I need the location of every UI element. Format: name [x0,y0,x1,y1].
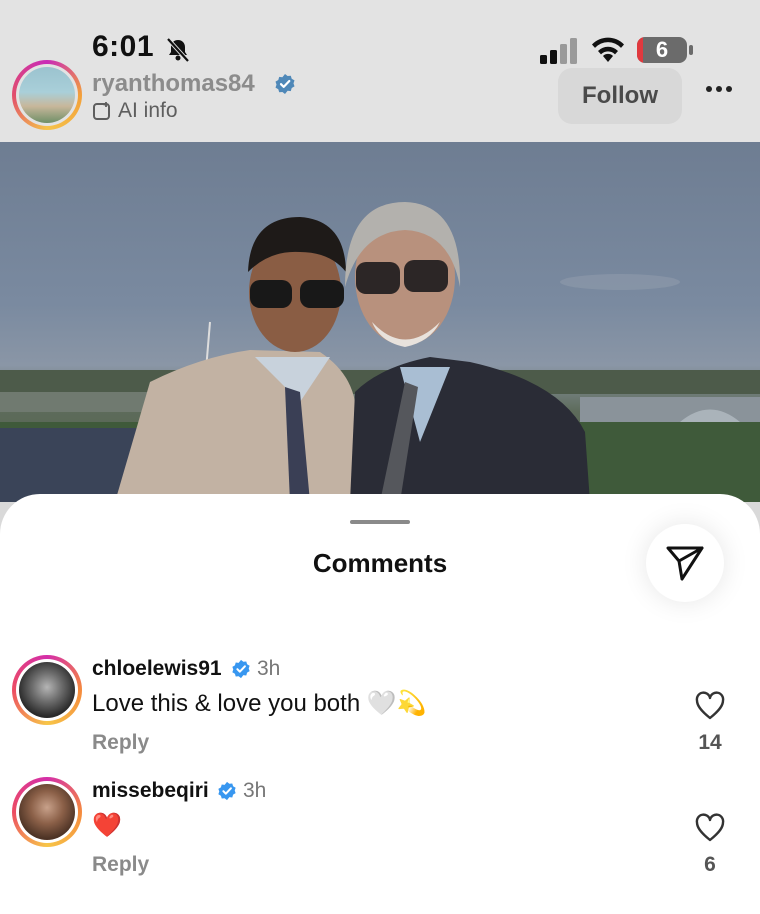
wifi-icon [592,37,624,62]
status-time: 6:01 [92,30,155,63]
ai-info-link[interactable]: AI info [92,99,178,123]
paper-plane-icon [666,546,704,581]
bell-muted-icon [166,37,190,63]
commenter-username[interactable]: chloelewis91 [92,657,222,681]
battery-indicator: 6 [637,37,687,63]
follow-button[interactable]: Follow [558,68,682,124]
like-count: 6 [704,853,716,876]
commenter-username[interactable]: missebeqiri [92,779,209,803]
post-header: 6:01 6 ryanthomas84 AI info Follow [0,0,760,142]
ai-info-label: AI info [118,99,178,122]
comment-text: ❤️ [92,812,122,839]
verified-badge-icon [232,659,250,679]
comment-timestamp: 3h [243,779,267,802]
comments-sheet: Comments chloelewis91 3h Love this & lov… [0,494,760,914]
comment-item: chloelewis91 3h Love this & love you bot… [0,655,760,775]
verified-badge-icon [218,781,236,801]
like-count: 14 [698,731,722,754]
cellular-signal-icon [540,38,577,64]
commenter-avatar[interactable] [12,655,82,725]
reply-button[interactable]: Reply [92,731,149,755]
ellipsis-icon[interactable] [704,84,734,94]
post-author-avatar[interactable] [12,60,82,130]
ai-info-icon [93,102,110,120]
comment-text: Love this & love you both 🤍💫 [92,690,427,717]
post-photo-illustration [0,202,760,502]
verified-badge-icon [275,74,295,94]
heart-icon[interactable] [694,813,726,843]
reply-button[interactable]: Reply [92,853,149,877]
heart-icon[interactable] [694,691,726,721]
post-author-username[interactable]: ryanthomas84 [92,70,255,98]
commenter-avatar[interactable] [12,777,82,847]
battery-nub [689,45,693,55]
comment-timestamp: 3h [257,657,281,680]
comment-item: missebeqiri 3h ❤️ Reply 6 [0,777,760,897]
sheet-drag-handle[interactable] [350,520,410,524]
share-button[interactable] [646,524,724,602]
post-image[interactable] [0,142,760,502]
battery-level: 6 [655,37,669,62]
